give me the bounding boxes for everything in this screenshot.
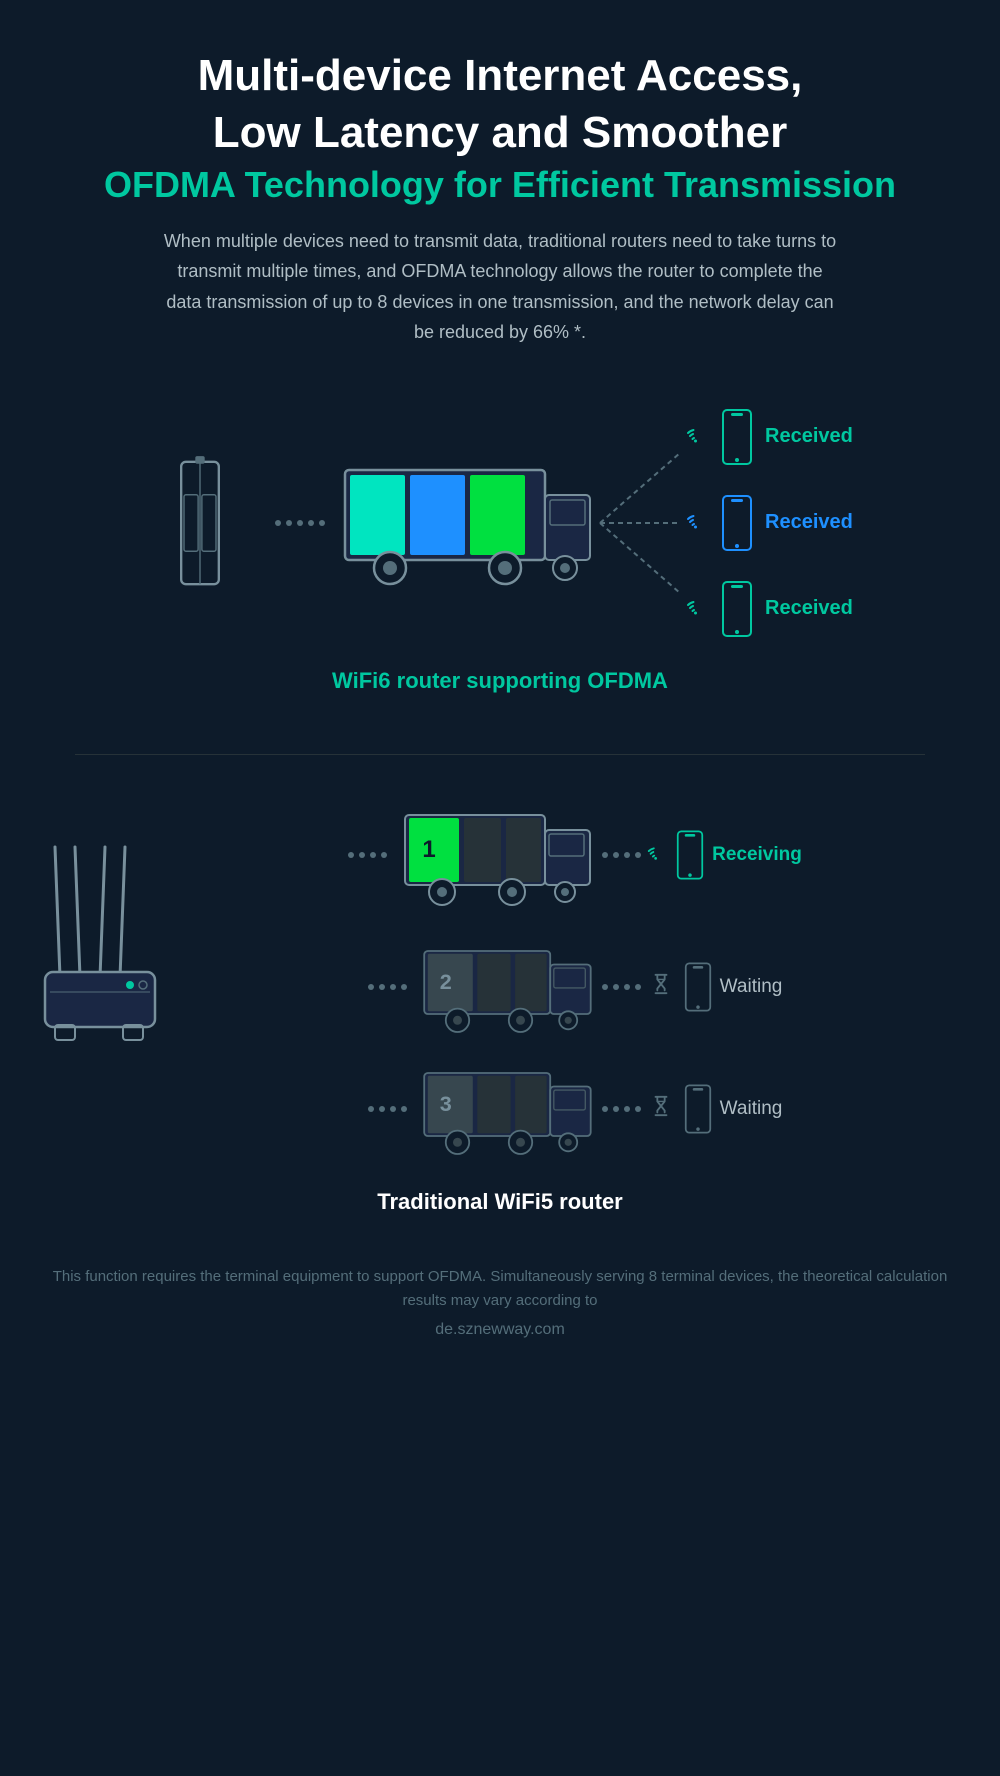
status-waiting-2: Waiting [720, 976, 783, 998]
device-row-2: Received [685, 494, 855, 552]
wifi6-devices-column: Received [685, 408, 855, 638]
wifi5-section: 1 [0, 775, 1000, 1245]
status-waiting-3: Waiting [720, 1098, 783, 1120]
wifi-signal-3 [685, 594, 709, 623]
dots-after-1 [602, 852, 641, 858]
wifi6-diagram: Received [30, 398, 970, 648]
wifi5-row-3: 3 [170, 1059, 970, 1159]
svg-text:1: 1 [422, 836, 435, 863]
title-line1: Multi-device Internet Access, [60, 50, 940, 103]
footer-note-text: This function requires the terminal equi… [40, 1265, 960, 1313]
svg-text:3: 3 [439, 1091, 451, 1116]
spread-lines [595, 423, 685, 623]
phone-active [676, 829, 704, 881]
phone-waiting-3 [684, 1083, 712, 1135]
wifi-signal-1 [685, 422, 709, 452]
wifi-signal-2 [685, 508, 709, 537]
phone-icon-1 [721, 408, 753, 466]
wifi5-truck-3: 3 [417, 1059, 597, 1159]
wifi6-caption: WiFi6 router supporting OFDMA [30, 668, 970, 694]
hourglass-icon-2 [650, 973, 672, 1001]
title-line2: Low Latency and Smoother [60, 107, 940, 160]
wifi6-router-icon [145, 443, 255, 603]
wifi5-truck-2: 2 [417, 937, 597, 1037]
dots-connector-1 [275, 520, 325, 526]
dots-3 [368, 1106, 407, 1112]
title-line3: OFDMA Technology for Efficient Transmiss… [60, 164, 940, 206]
page-wrapper: Multi-device Internet Access, Low Latenc… [0, 0, 1000, 1776]
footer-watermark: de.sznewway.com [40, 1321, 960, 1339]
wifi-signal-recv [646, 841, 668, 868]
header-section: Multi-device Internet Access, Low Latenc… [0, 0, 1000, 378]
svg-text:2: 2 [439, 969, 451, 994]
phone-waiting-2 [684, 961, 712, 1013]
wifi5-router-container [30, 817, 170, 1137]
wifi6-section: Received [0, 378, 1000, 734]
wifi6-truck [335, 440, 595, 605]
device-label-2: Received [765, 511, 853, 534]
device-row-3: Received [685, 580, 855, 638]
phone-icon-3 [721, 580, 753, 638]
hourglass-icon-3 [650, 1095, 672, 1123]
wifi5-caption: Traditional WiFi5 router [30, 1189, 970, 1225]
dots-after-2 [602, 984, 641, 990]
wifi5-router-icon [35, 817, 165, 1137]
dots-1 [348, 852, 387, 858]
wifi5-rows: 1 [30, 795, 970, 1159]
dots-after-3 [602, 1106, 641, 1112]
dots-2 [368, 984, 407, 990]
wifi5-row-1: 1 [170, 795, 970, 915]
wifi5-truck-rows: 1 [170, 795, 970, 1159]
device-label-3: Received [765, 597, 855, 620]
status-receiving: Receiving [712, 844, 802, 866]
wifi5-row-2: 2 [170, 937, 970, 1037]
wifi5-truck-1: 1 [397, 795, 597, 915]
header-description: When multiple devices need to transmit d… [160, 226, 840, 348]
device-label-1: Received [765, 425, 855, 448]
phone-icon-2 [721, 494, 753, 552]
footer-section: This function requires the terminal equi… [0, 1245, 1000, 1369]
device-row-1: Received [685, 408, 855, 466]
section-divider [75, 754, 925, 755]
